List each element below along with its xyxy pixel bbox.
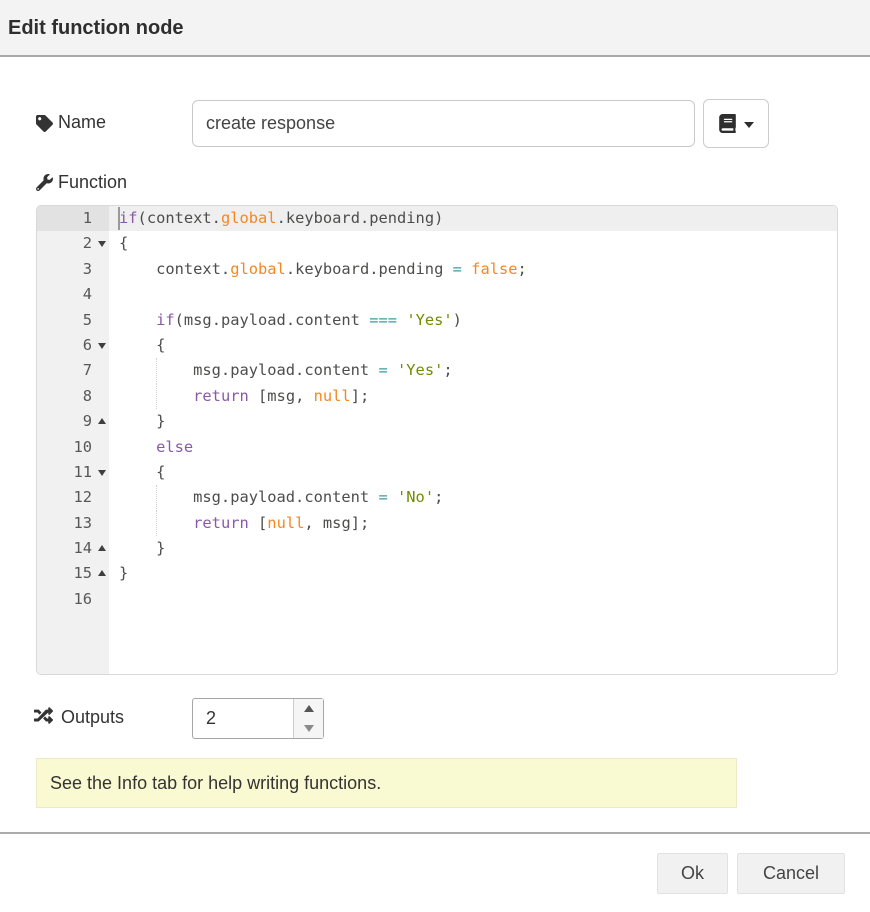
code-line[interactable]: [109, 587, 837, 612]
code-line[interactable]: }: [109, 536, 837, 561]
caret-down-icon: [744, 122, 754, 128]
code-line[interactable]: context.global.keyboard.pending = false;: [109, 257, 837, 282]
code-line[interactable]: {: [109, 460, 837, 485]
code-line[interactable]: [109, 282, 837, 307]
info-tip: See the Info tab for help writing functi…: [36, 758, 737, 808]
gutter-line-number: 13: [37, 511, 109, 536]
fold-down-icon[interactable]: [98, 241, 106, 247]
gutter-line-number: 3: [37, 257, 109, 282]
gutter-line-number: 7: [37, 358, 109, 383]
code-line[interactable]: msg.payload.content = 'Yes';: [109, 358, 837, 383]
gutter-line-number: 10: [37, 435, 109, 460]
gutter-line-number: 8: [37, 384, 109, 409]
code-line[interactable]: else: [109, 435, 837, 460]
footer-divider: [0, 832, 870, 834]
outputs-label: Outputs: [61, 707, 124, 728]
indent-guide-line: [156, 358, 157, 383]
spinner-buttons: [293, 699, 323, 738]
fold-up-icon[interactable]: [98, 418, 106, 424]
gutter-line-number: 2: [37, 231, 109, 256]
indent-guide-line: [156, 511, 157, 536]
code-line[interactable]: if(msg.payload.content === 'Yes'): [109, 308, 837, 333]
library-dropdown-button[interactable]: [703, 99, 769, 148]
gutter-line-number: 12: [37, 485, 109, 510]
code-editor[interactable]: 12345678910111213141516 if(context.globa…: [36, 205, 838, 675]
outputs-spinner: [192, 698, 324, 739]
dialog-header: Edit function node: [0, 0, 870, 57]
gutter-line-number: 4: [37, 282, 109, 307]
code-line[interactable]: {: [109, 231, 837, 256]
indent-guide-line: [156, 384, 157, 409]
function-label: Function: [58, 172, 127, 193]
name-label: Name: [58, 112, 106, 133]
code-line[interactable]: return [msg, null];: [109, 384, 837, 409]
indent-guide-line: [156, 485, 157, 510]
fold-down-icon[interactable]: [98, 343, 106, 349]
code-line[interactable]: return [null, msg];: [109, 511, 837, 536]
ok-button[interactable]: Ok: [657, 853, 728, 894]
code-line[interactable]: }: [109, 409, 837, 434]
gutter-line-number: 16: [37, 587, 109, 612]
fold-up-icon[interactable]: [98, 570, 106, 576]
gutter-line-number: 11: [37, 460, 109, 485]
spinner-down-button[interactable]: [294, 719, 323, 739]
cancel-button[interactable]: Cancel: [737, 853, 845, 894]
gutter-line-number: 9: [37, 409, 109, 434]
arrow-down-icon: [304, 725, 314, 732]
tag-icon: [36, 115, 53, 132]
fold-up-icon[interactable]: [98, 545, 106, 551]
name-input[interactable]: [192, 100, 695, 147]
shuffle-icon: [33, 706, 54, 725]
info-tip-text: See the Info tab for help writing functi…: [50, 773, 381, 793]
spinner-up-button[interactable]: [294, 699, 323, 719]
fold-down-icon[interactable]: [98, 470, 106, 476]
gutter-line-number: 15: [37, 561, 109, 586]
code-line[interactable]: {: [109, 333, 837, 358]
gutter-line-number: 1: [37, 206, 109, 231]
arrow-up-icon: [304, 705, 314, 712]
book-icon: [719, 114, 736, 133]
text-caret: [118, 207, 120, 230]
code-line[interactable]: msg.payload.content = 'No';: [109, 485, 837, 510]
editor-gutter: 12345678910111213141516: [37, 206, 109, 674]
gutter-line-number: 14: [37, 536, 109, 561]
code-line[interactable]: }: [109, 561, 837, 586]
editor-code: if(context.global.keyboard.pending){ con…: [109, 206, 837, 612]
wrench-icon: [36, 174, 53, 191]
outputs-input[interactable]: [193, 699, 291, 738]
dialog-title: Edit function node: [0, 0, 870, 40]
code-line[interactable]: if(context.global.keyboard.pending): [109, 206, 837, 231]
gutter-line-number: 5: [37, 308, 109, 333]
gutter-line-number: 6: [37, 333, 109, 358]
